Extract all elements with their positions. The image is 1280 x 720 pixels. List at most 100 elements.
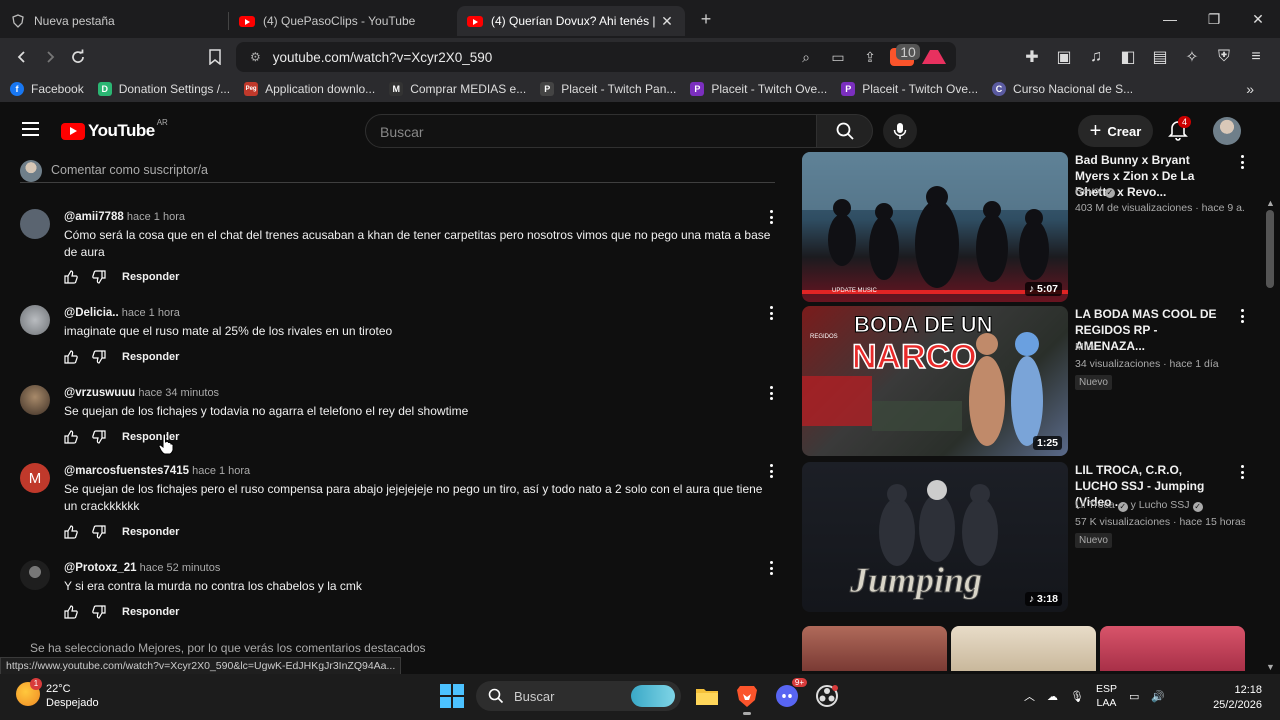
scroll-down-icon[interactable]: ▼ bbox=[1266, 662, 1275, 672]
comment-author[interactable]: @marcosfuenstes7415 bbox=[64, 465, 189, 477]
bookmark-placeit-2[interactable]: P Placeit - Twitch Ove... bbox=[690, 82, 827, 96]
zoom-icon[interactable]: ⌕ bbox=[794, 49, 818, 66]
weather-widget[interactable]: 1 22°C Despejado bbox=[16, 678, 99, 710]
avatar[interactable] bbox=[20, 560, 50, 590]
comment-author[interactable]: @vrzuswuuu bbox=[64, 387, 135, 399]
bookmark-comprar-medias[interactable]: M Comprar MEDIAS e... bbox=[389, 82, 526, 96]
like-icon[interactable] bbox=[64, 525, 78, 539]
like-icon[interactable] bbox=[64, 350, 78, 364]
bookmark-icon[interactable] bbox=[201, 43, 229, 71]
wallet-icon[interactable]: ▤ bbox=[1146, 43, 1174, 71]
video-options-icon[interactable] bbox=[1237, 154, 1247, 170]
short-thumbnail[interactable] bbox=[951, 626, 1096, 671]
reload-icon[interactable] bbox=[64, 43, 92, 71]
tab-quepasoclips[interactable]: (4) QuePasoClips - YouTube bbox=[229, 6, 457, 36]
reply-button[interactable]: Responder bbox=[122, 351, 179, 363]
short-thumbnail[interactable] bbox=[802, 626, 947, 671]
bookmark-curso-nacional[interactable]: C Curso Nacional de S... bbox=[992, 82, 1133, 96]
tab-new-tab[interactable]: Nueva pestaña bbox=[0, 6, 228, 36]
related-video[interactable]: UPDATE MUSIC ♪ 5:07 Bad Bunny x Bryant M… bbox=[802, 152, 1245, 302]
comment-time[interactable]: hace 1 hora bbox=[122, 307, 180, 319]
comment-author[interactable]: @Delicia.. bbox=[64, 307, 119, 319]
forward-icon[interactable] bbox=[36, 43, 64, 71]
close-tab-icon[interactable]: ✕ bbox=[659, 13, 675, 30]
leo-icon[interactable]: ▣ bbox=[1050, 43, 1078, 71]
dislike-icon[interactable] bbox=[92, 525, 106, 539]
menu-icon[interactable]: ≡ bbox=[1242, 43, 1270, 71]
video-channel[interactable]: Lil Troca ✓ y Lucho SSJ ✓ bbox=[1075, 499, 1203, 512]
volume-icon[interactable]: 🔊 bbox=[1151, 690, 1165, 703]
search-button[interactable] bbox=[817, 114, 873, 148]
tab-current-video[interactable]: (4) Querían Dovux? Ahi tenés | L ✕ bbox=[457, 6, 685, 36]
dislike-icon[interactable] bbox=[92, 605, 106, 619]
brave-rewards-icon[interactable] bbox=[922, 50, 946, 64]
comment-author[interactable]: @amii7788 bbox=[64, 211, 124, 223]
comment-options-icon[interactable] bbox=[766, 463, 776, 479]
taskbar-search[interactable]: Buscar bbox=[476, 681, 681, 711]
avatar[interactable]: M bbox=[20, 463, 50, 493]
avatar[interactable] bbox=[20, 385, 50, 415]
video-options-icon[interactable] bbox=[1237, 464, 1247, 480]
like-icon[interactable] bbox=[64, 270, 78, 284]
reply-button[interactable]: Responder bbox=[122, 526, 179, 538]
related-video[interactable]: Jumping ♪ 3:18 LIL TROCA, C.R.O, LUCHO S… bbox=[802, 462, 1245, 612]
scroll-up-icon[interactable]: ▲ bbox=[1266, 198, 1275, 208]
close-window-icon[interactable]: ✕ bbox=[1236, 0, 1280, 38]
like-icon[interactable] bbox=[64, 430, 78, 444]
dislike-icon[interactable] bbox=[92, 350, 106, 364]
comment-time[interactable]: hace 34 minutos bbox=[138, 387, 219, 399]
video-thumbnail[interactable]: UPDATE MUSIC ♪ 5:07 bbox=[802, 152, 1068, 302]
reply-button[interactable]: Responder bbox=[122, 606, 179, 618]
maximize-icon[interactable]: ❐ bbox=[1192, 0, 1236, 38]
comment-options-icon[interactable] bbox=[766, 560, 776, 576]
bookmark-application-download[interactable]: Peg Application downlo... bbox=[244, 82, 375, 96]
comment-time[interactable]: hace 52 minutos bbox=[140, 562, 221, 574]
create-button[interactable]: + Crear bbox=[1078, 115, 1153, 147]
comment-options-icon[interactable] bbox=[766, 209, 776, 225]
youtube-logo[interactable]: YouTube AR bbox=[61, 118, 168, 141]
obs-icon[interactable] bbox=[813, 682, 841, 710]
discord-icon[interactable]: 9+ bbox=[773, 678, 807, 710]
vpn-icon[interactable]: ⛨ bbox=[1210, 43, 1238, 71]
comment-composer[interactable]: Comentar como suscriptor/a bbox=[20, 158, 775, 183]
search-input[interactable]: Buscar bbox=[365, 114, 817, 148]
comment-author[interactable]: @Protoxz_21 bbox=[64, 562, 137, 574]
video-channel[interactable]: Revol ✓ bbox=[1075, 185, 1115, 198]
bookmark-donation-settings[interactable]: D Donation Settings /... bbox=[97, 82, 230, 96]
sidebar-icon[interactable]: ◧ bbox=[1114, 43, 1142, 71]
taskbar-clock[interactable]: 12:18 25/2/2026 bbox=[1208, 683, 1262, 713]
brave-browser-icon[interactable] bbox=[733, 682, 761, 715]
bookmark-placeit-3[interactable]: P Placeit - Twitch Ove... bbox=[841, 82, 978, 96]
address-bar[interactable]: ⚙ youtube.com/watch?v=Xcyr2X0_590 ⌕ ▭ ⇪ … bbox=[236, 42, 956, 72]
music-icon[interactable]: ♫ bbox=[1082, 43, 1110, 71]
avatar[interactable] bbox=[20, 209, 50, 239]
site-settings-icon[interactable]: ⚙ bbox=[250, 50, 261, 64]
cast-icon[interactable]: ▭ bbox=[826, 49, 850, 66]
like-icon[interactable] bbox=[64, 605, 78, 619]
dislike-icon[interactable] bbox=[92, 270, 106, 284]
video-thumbnail[interactable]: BODA DE UN NARCO REGIDOS 1:25 bbox=[802, 306, 1068, 456]
chevron-up-icon[interactable]: ︿ bbox=[1024, 688, 1035, 704]
more-bookmarks-icon[interactable]: » bbox=[1246, 81, 1254, 97]
new-tab-button[interactable]: + bbox=[691, 9, 721, 30]
voice-search-button[interactable] bbox=[883, 114, 917, 148]
minimize-icon[interactable]: — bbox=[1148, 0, 1192, 38]
microphone-icon[interactable]: 🎙 bbox=[1070, 690, 1084, 703]
page-scrollbar[interactable] bbox=[1266, 210, 1274, 288]
video-title[interactable]: LA BODA MAS COOL DE REGIDOS RP - AMENAZA… bbox=[1075, 306, 1227, 354]
comment-time[interactable]: hace 1 hora bbox=[192, 465, 250, 477]
bookmark-facebook[interactable]: f Facebook bbox=[10, 82, 84, 96]
comment-options-icon[interactable] bbox=[766, 305, 776, 321]
extensions-icon[interactable]: ✚ bbox=[1018, 43, 1046, 71]
related-video[interactable]: BODA DE UN NARCO REGIDOS 1:25 LA BODA MA… bbox=[802, 306, 1244, 456]
bookmark-placeit-1[interactable]: P Placeit - Twitch Pan... bbox=[540, 82, 676, 96]
file-explorer-icon[interactable] bbox=[693, 682, 721, 710]
network-icon[interactable]: ▭ bbox=[1129, 690, 1139, 703]
video-thumbnail[interactable]: Jumping ♪ 3:18 bbox=[802, 462, 1068, 612]
windows-start-icon[interactable] bbox=[440, 684, 464, 708]
account-avatar[interactable] bbox=[1213, 117, 1241, 145]
avatar[interactable] bbox=[20, 305, 50, 335]
video-options-icon[interactable] bbox=[1237, 308, 1247, 324]
comment-options-icon[interactable] bbox=[766, 385, 776, 401]
reply-button[interactable]: Responder bbox=[122, 271, 179, 283]
